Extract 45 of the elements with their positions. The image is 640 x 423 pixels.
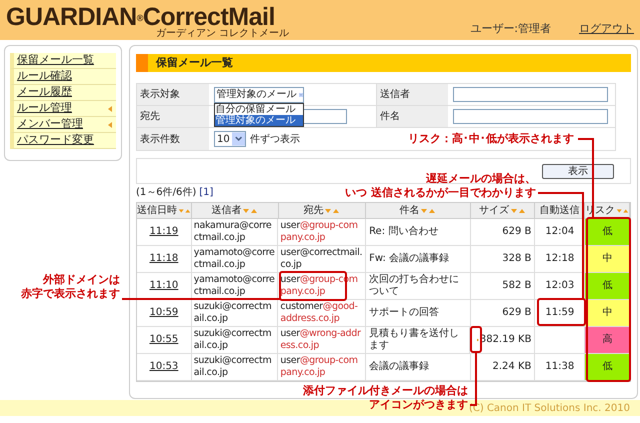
field-label: 件名 [376,106,448,127]
callout-text: 遅延メールの場合は、 [426,172,536,185]
sender-cell: suzuki@correctmail.co.jp [192,354,278,380]
risk-cell: 低 [585,354,630,380]
count-suffix: 件ずつ表示 [250,132,300,146]
subject-cell: 会議の議事録 [366,354,471,380]
recipient-cell: user@wrong-address.co.jp [278,327,366,353]
auto-send-time: 12:18 [545,253,574,265]
size-cell: 328 B [502,253,532,265]
subject-cell: 見積もり書を送付します [366,327,470,353]
risk-cell: 中 [585,246,630,272]
risk-cell: 高 [585,327,630,353]
subject-cell: Re: 問い合わせ [366,219,471,245]
callout-text: アイコンがつきます [369,398,468,411]
recipient-cell: user@group-company.co.jp [278,354,366,380]
risk-cell: 低 [585,219,630,245]
panel-title: 保留メール一覧 [156,54,233,71]
callout-text: リスク：高･中･低が表示されます [408,132,574,145]
auto-send-time: 11:59 [545,307,574,319]
recipient-cell: user@group-company.co.jp [278,219,366,245]
recipient-cell: customer@good-address.co.jp [278,300,366,326]
size-cell: 2.24 KB [492,361,532,373]
size-cell: 582 B [502,280,532,292]
risk-cell: 低 [585,273,630,299]
subject-cell: 次回の打ち合わせについて [366,273,471,299]
subject-cell: Fw: 会議の議事録 [366,246,471,272]
size-cell: 629 B [502,226,532,238]
user-label: ユーザー:管理者 [470,20,551,36]
callout-text: 赤字で表示されます [21,287,120,300]
callout-text: 添付ファイル付きメールの場合は [303,384,468,397]
field-label: 送信者 [376,84,448,105]
callout-text: いつ 送信されるかが一目でわかります [345,186,536,199]
size-cell: 382.19 KB [480,334,532,346]
auto-send-time: 12:04 [545,226,574,238]
subject-cell: サポートの回答 [366,300,471,326]
callout-text: 外部ドメインは [43,273,120,286]
size-cell: 629 B [502,307,532,319]
field-label: 表示件数 [137,128,209,150]
risk-cell: 中 [585,300,630,326]
field-label: 宛先 [137,106,209,127]
auto-send-time: 12:03 [545,280,574,292]
field-label: 表示対象 [137,84,209,105]
result-count: (1～6件/6件) [136,186,196,200]
auto-send-time: 11:38 [545,361,574,373]
logo-subtitle: ガーディアン コレクトメール [156,28,290,39]
